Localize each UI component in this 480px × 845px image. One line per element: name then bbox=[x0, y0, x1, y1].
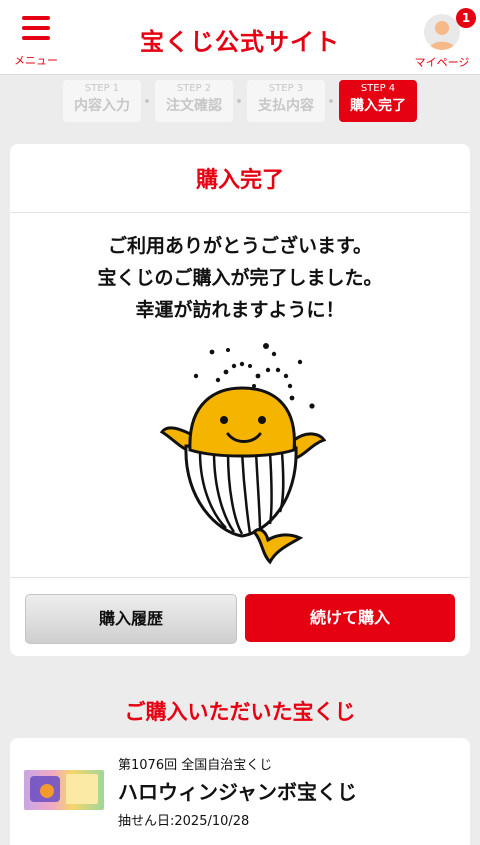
user-avatar-icon bbox=[424, 14, 460, 50]
ticket-round: 第1076回 全国自治宝くじ bbox=[118, 758, 273, 773]
mypage-label: マイページ bbox=[414, 56, 470, 69]
step-4-current: STEP 4 購入完了 bbox=[339, 80, 417, 122]
message-line: 幸運が訪れますように！ bbox=[135, 299, 345, 321]
mypage-button[interactable]: 1 マイページ bbox=[410, 6, 476, 69]
message-line: ご利用ありがとうございます。 bbox=[107, 235, 373, 257]
hamburger-menu-icon bbox=[22, 16, 50, 40]
app-header: メニュー 宝くじ公式サイト 1 マイページ bbox=[0, 0, 480, 75]
step-label: 支払内容 bbox=[258, 98, 314, 114]
step-3: STEP 3 支払内容 bbox=[247, 80, 325, 122]
purchased-ticket-item[interactable]: 第1076回 全国自治宝くじ ハロウィンジャンボ宝くじ 抽せん日:2025/10… bbox=[10, 738, 470, 845]
ticket-name: ハロウィンジャンボ宝くじ bbox=[118, 780, 357, 804]
step-1: STEP 1 内容入力 bbox=[63, 80, 141, 122]
progress-steps: STEP 1 内容入力 STEP 2 注文確認 STEP 3 支払内容 STEP… bbox=[63, 80, 423, 124]
message-line: 宝くじのご購入が完了しました。 bbox=[97, 267, 383, 289]
step-2: STEP 2 注文確認 bbox=[155, 80, 233, 122]
step-number: STEP 2 bbox=[176, 83, 212, 94]
whale-mascot-icon bbox=[159, 343, 326, 565]
notification-badge: 1 bbox=[456, 8, 476, 28]
continue-purchase-button[interactable]: 続けて購入 bbox=[245, 594, 455, 642]
step-label: 内容入力 bbox=[74, 98, 130, 114]
ticket-thumbnail bbox=[24, 770, 104, 810]
step-label: 注文確認 bbox=[166, 98, 222, 114]
menu-button[interactable]: メニュー bbox=[10, 8, 62, 68]
step-number: STEP 1 bbox=[84, 83, 120, 94]
completion-title: 購入完了 bbox=[195, 168, 284, 193]
ticket-draw-date: 抽せん日:2025/10/28 bbox=[118, 814, 250, 829]
completion-card: 購入完了 ご利用ありがとうございます。 宝くじのご購入が完了しました。 幸運が訪… bbox=[10, 144, 470, 656]
step-separator bbox=[237, 99, 241, 103]
purchased-section-title: ご購入いただいた宝くじ bbox=[124, 700, 356, 724]
step-number: STEP 3 bbox=[268, 83, 304, 94]
purchase-history-button[interactable]: 購入履歴 bbox=[25, 594, 237, 644]
step-separator bbox=[329, 99, 333, 103]
thank-you-message: ご利用ありがとうございます。 宝くじのご購入が完了しました。 幸運が訪れますよう… bbox=[10, 230, 470, 326]
step-separator bbox=[145, 99, 149, 103]
step-number: STEP 4 bbox=[360, 83, 396, 94]
step-label: 購入完了 bbox=[350, 98, 406, 114]
site-logo[interactable]: 宝くじ公式サイト bbox=[140, 22, 340, 57]
divider bbox=[10, 212, 470, 213]
menu-label: メニュー bbox=[14, 54, 58, 67]
divider bbox=[10, 577, 470, 578]
